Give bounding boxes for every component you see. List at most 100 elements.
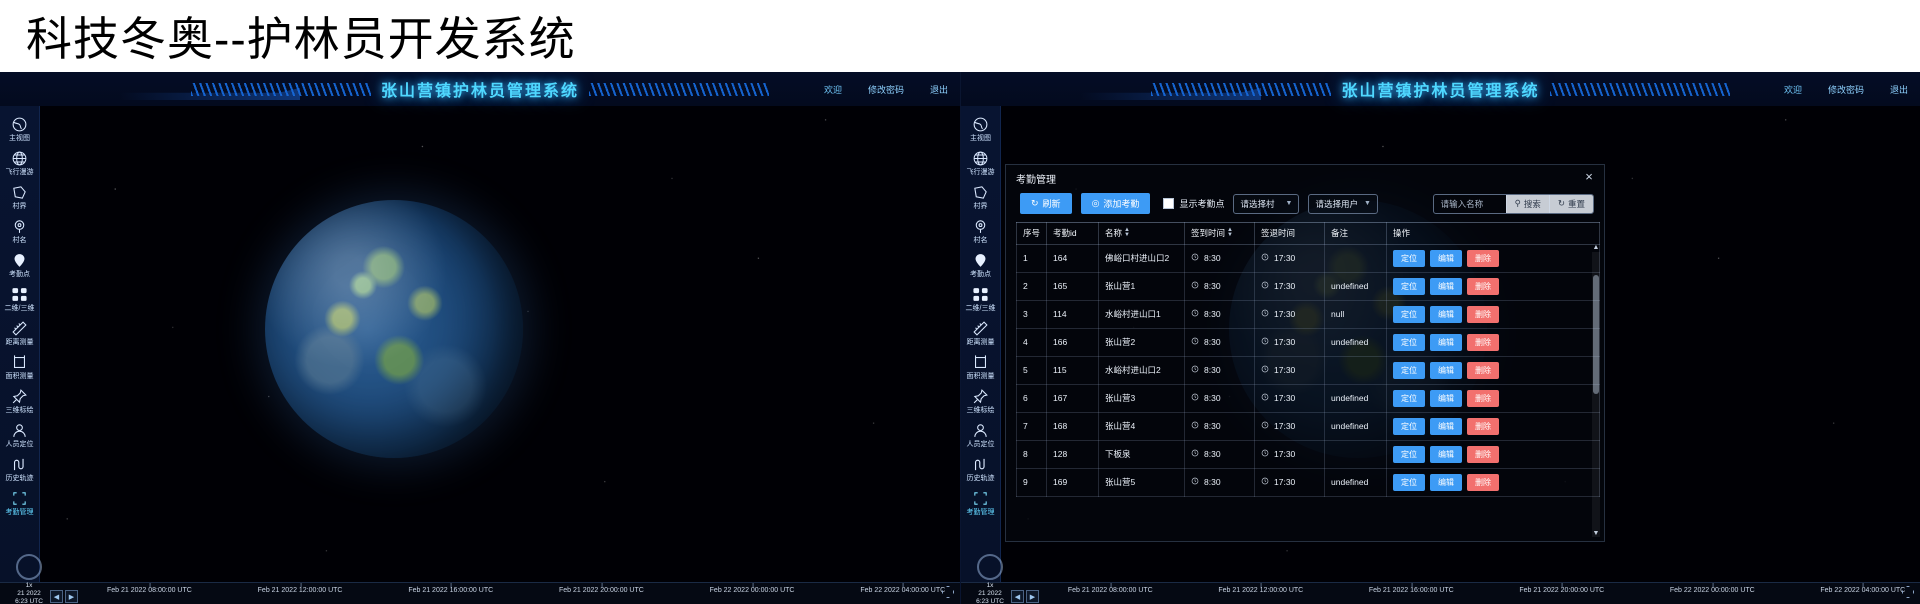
delete-button[interactable]: 删除: [1467, 390, 1500, 407]
sidebar-item-1[interactable]: 主视图: [1, 116, 39, 143]
timeline-prev-button[interactable]: ◀: [1011, 590, 1024, 603]
sidebar-item-2[interactable]: 飞行漫游: [962, 150, 1000, 177]
table-column-label: 序号: [1023, 228, 1041, 238]
village-select[interactable]: 请选择村 ▼: [1233, 193, 1300, 214]
sidebar-item-7[interactable]: 距离测量: [962, 320, 1000, 347]
delete-button[interactable]: 删除: [1467, 306, 1500, 323]
delete-button[interactable]: 删除: [1467, 250, 1500, 267]
table-row[interactable]: 1 164 佛峪口村进山口2 8:30 17:30 定位 编辑 删除: [1016, 244, 1600, 273]
cell-operations: 定位 编辑 删除: [1386, 468, 1600, 497]
fullscreen-icon[interactable]: [1902, 586, 1914, 598]
cell-checkin-time: 8:30: [1184, 328, 1256, 357]
sidebar-item-label: 考勤点: [9, 271, 30, 278]
sidebar-item-7[interactable]: 距离测量: [1, 320, 39, 347]
table-row[interactable]: 8 128 下板泉 8:30 17:30 定位 编辑 删除: [1016, 440, 1600, 469]
delete-button[interactable]: 删除: [1467, 362, 1500, 379]
delete-button[interactable]: 删除: [1467, 278, 1500, 295]
locate-button[interactable]: 定位: [1393, 390, 1426, 407]
user-select[interactable]: 请选择用户 ▼: [1308, 193, 1378, 214]
delete-button[interactable]: 删除: [1467, 446, 1500, 463]
sidebar-item-4[interactable]: 村名: [962, 218, 1000, 245]
table-row[interactable]: 2 165 张山营1 8:30 17:30 undefined 定位 编辑 删除: [1016, 272, 1600, 301]
show-points-checkbox[interactable]: [1163, 198, 1175, 209]
close-icon[interactable]: ×: [1582, 170, 1596, 184]
search-button[interactable]: ⚲ 搜索: [1505, 194, 1549, 213]
edit-button[interactable]: 编辑: [1430, 334, 1463, 351]
edit-button[interactable]: 编辑: [1430, 418, 1463, 435]
edit-button[interactable]: 编辑: [1430, 362, 1463, 379]
timeline-play-button[interactable]: ▶: [1026, 590, 1039, 603]
locate-button[interactable]: 定位: [1393, 362, 1426, 379]
locate-button[interactable]: 定位: [1393, 474, 1426, 491]
table-row[interactable]: 7 168 张山营4 8:30 17:30 undefined 定位 编辑 删除: [1016, 412, 1600, 441]
earth-globe[interactable]: [265, 200, 523, 458]
edit-button[interactable]: 编辑: [1430, 474, 1463, 491]
reset-button[interactable]: ↻ 重置: [1548, 194, 1593, 213]
sort-toggle-icon[interactable]: ▲ ▼: [1227, 227, 1233, 238]
scroll-down-icon[interactable]: ▼: [1592, 529, 1600, 537]
sidebar-item-8[interactable]: 面积测量: [962, 354, 1000, 381]
nav-change-password[interactable]: 修改密码: [868, 83, 904, 96]
edit-button[interactable]: 编辑: [1430, 306, 1463, 323]
timeline-prev-button[interactable]: ◀: [50, 590, 63, 603]
search-input[interactable]: [1433, 194, 1506, 213]
sidebar-item-6[interactable]: 二维/三维: [1, 286, 39, 313]
timeline-play-button[interactable]: ▶: [65, 590, 78, 603]
sidebar-item-2[interactable]: 飞行漫游: [1, 150, 39, 177]
sidebar-item-11[interactable]: 历史轨迹: [1, 456, 39, 483]
locate-button[interactable]: 定位: [1393, 278, 1426, 295]
sort-toggle-icon[interactable]: ▲ ▼: [1124, 227, 1130, 238]
locate-button[interactable]: 定位: [1393, 250, 1426, 267]
sidebar-item-12[interactable]: 考勤管理: [1, 490, 39, 517]
area-square-icon: [972, 354, 989, 371]
locate-button[interactable]: 定位: [1393, 446, 1426, 463]
nav-logout[interactable]: 退出: [930, 83, 948, 96]
edit-button[interactable]: 编辑: [1430, 278, 1463, 295]
refresh-button[interactable]: ↻ 刷新: [1020, 193, 1072, 214]
polygon-boundary-icon: [11, 184, 28, 201]
table-row[interactable]: 9 169 张山营5 8:30 17:30 undefined 定位 编辑 删除: [1016, 468, 1600, 497]
sidebar-item-3[interactable]: 村界: [962, 184, 1000, 211]
delete-button[interactable]: 删除: [1467, 418, 1500, 435]
delete-button[interactable]: 删除: [1467, 334, 1500, 351]
table-scrollbar[interactable]: ▲ ▼: [1592, 244, 1600, 537]
edit-button[interactable]: 编辑: [1430, 250, 1463, 267]
scrollbar-thumb[interactable]: [1593, 274, 1599, 395]
fullscreen-icon[interactable]: [942, 586, 954, 598]
locate-button[interactable]: 定位: [1393, 334, 1426, 351]
sidebar-item-12[interactable]: 考勤管理: [962, 490, 1000, 517]
sidebar-item-6[interactable]: 二维/三维: [962, 286, 1000, 313]
table-row[interactable]: 4 166 张山营2 8:30 17:30 undefined 定位 编辑 删除: [1016, 328, 1600, 357]
sidebar-item-11[interactable]: 历史轨迹: [962, 456, 1000, 483]
sidebar-item-4[interactable]: 村名: [1, 218, 39, 245]
sidebar-item-5[interactable]: 考勤点: [1, 252, 39, 279]
sidebar-item-10[interactable]: 人员定位: [1, 422, 39, 449]
edit-button[interactable]: 编辑: [1430, 446, 1463, 463]
chevron-down-icon: ▼: [1363, 200, 1371, 207]
table-row[interactable]: 3 114 水峪村进山口1 8:30 17:30 null 定位 编辑 删除: [1016, 300, 1600, 329]
sidebar-item-3[interactable]: 村界: [1, 184, 39, 211]
clock-ring[interactable]: [977, 554, 1003, 580]
delete-button[interactable]: 删除: [1467, 474, 1500, 491]
edit-button[interactable]: 编辑: [1430, 390, 1463, 407]
table-column-header[interactable]: 名称 ▲ ▼: [1098, 222, 1186, 245]
table-row[interactable]: 5 115 水峪村进山口2 8:30 17:30 定位 编辑 删除: [1016, 356, 1600, 385]
nav-change-password[interactable]: 修改密码: [1828, 83, 1864, 96]
clock-ring[interactable]: [16, 554, 42, 580]
table-column-header[interactable]: 签到时间 ▲ ▼: [1184, 222, 1256, 245]
locate-button[interactable]: 定位: [1393, 306, 1426, 323]
sidebar-item-9[interactable]: 三维标绘: [1, 388, 39, 415]
scroll-up-icon[interactable]: ▲: [1592, 243, 1600, 252]
add-attendance-button[interactable]: ◎ 添加考勤: [1080, 193, 1151, 214]
clock-speed: 1x: [25, 582, 33, 589]
sidebar-item-10[interactable]: 人员定位: [962, 422, 1000, 449]
show-points-checkbox-wrap[interactable]: 显示考勤点: [1163, 197, 1224, 210]
sidebar-item-5[interactable]: 考勤点: [962, 252, 1000, 279]
table-row[interactable]: 6 167 张山营3 8:30 17:30 undefined 定位 编辑 删除: [1016, 384, 1600, 413]
locate-button[interactable]: 定位: [1393, 418, 1426, 435]
sidebar-item-1[interactable]: 主视图: [962, 116, 1000, 143]
sidebar-item-8[interactable]: 面积测量: [1, 354, 39, 381]
sidebar-item-9[interactable]: 三维标绘: [962, 388, 1000, 415]
refresh-button-label: 刷新: [1042, 199, 1061, 209]
nav-logout[interactable]: 退出: [1890, 83, 1908, 96]
